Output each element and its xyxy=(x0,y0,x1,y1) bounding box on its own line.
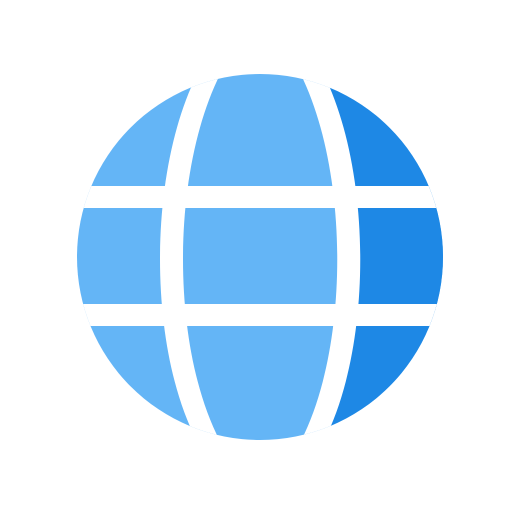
globe-body xyxy=(77,74,443,440)
latitude-line-upper xyxy=(77,186,443,208)
globe-icon xyxy=(77,74,443,440)
latitude-line-lower xyxy=(77,304,443,326)
icon-canvas xyxy=(0,0,512,512)
